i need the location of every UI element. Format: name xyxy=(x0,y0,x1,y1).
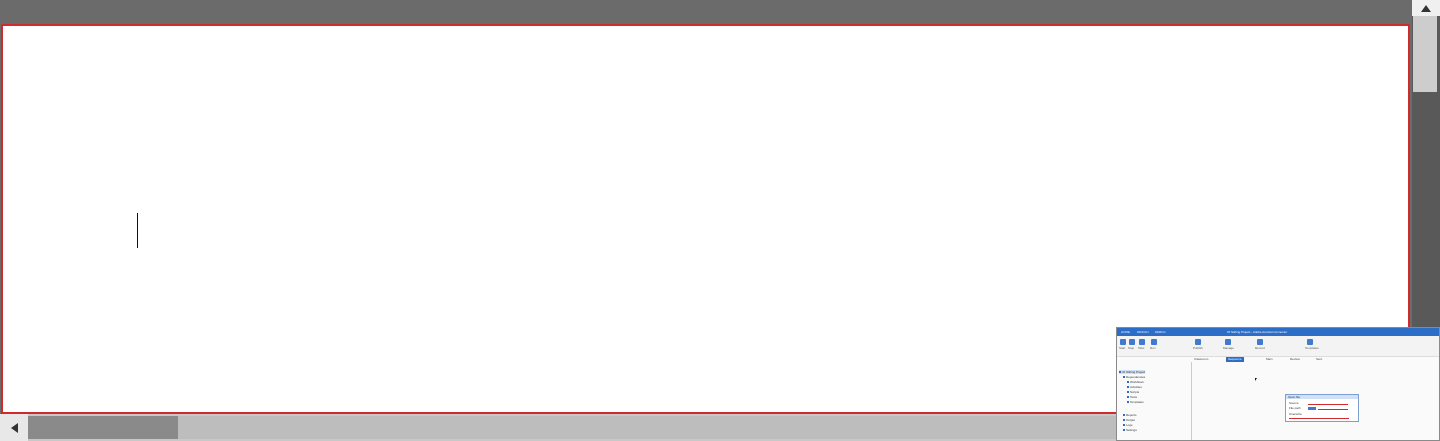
ribbon-label: Manage xyxy=(1223,346,1234,350)
tree-item: IO Stirling Project xyxy=(1122,370,1146,374)
dialog-label: File path xyxy=(1289,406,1301,410)
dialog-field-underline xyxy=(1308,404,1348,405)
tree-item: Logs xyxy=(1126,423,1133,427)
tree-item: Workflows xyxy=(1130,380,1144,384)
tree-item: Dependencies xyxy=(1126,375,1146,379)
tree-item: Scripts xyxy=(1130,390,1140,394)
doc-tab-active: Sequence xyxy=(1226,357,1244,362)
ribbon-button-icon xyxy=(1257,339,1263,345)
ribbon-label: Run xyxy=(1150,346,1156,350)
ribbon-button-icon xyxy=(1120,339,1126,345)
tree-item: Templates xyxy=(1130,400,1144,404)
tree-item: Activities xyxy=(1130,385,1142,389)
ribbon-label: Start xyxy=(1119,346,1126,350)
thumbnail-mouse-pointer-icon xyxy=(1255,378,1257,381)
tree-item: Tests xyxy=(1130,395,1138,399)
ribbon-button-icon xyxy=(1129,339,1135,345)
ribbon-label: Templates xyxy=(1305,346,1319,350)
thumbnail-title-bar: HOME DESIGN DEBUG IO Stirling Project - … xyxy=(1117,328,1439,336)
thumbnail-dialog-title: Open file xyxy=(1286,395,1358,399)
dialog-field-underline xyxy=(1318,409,1348,410)
ribbon-button-icon xyxy=(1195,339,1201,345)
ribbon-button-icon xyxy=(1225,339,1231,345)
vertical-scroll-thumb[interactable] xyxy=(1413,16,1437,92)
doc-tab: Classroom xyxy=(1194,357,1209,361)
doc-tab: Main xyxy=(1266,357,1273,361)
thumbnail-menu-tab: HOME xyxy=(1121,330,1130,334)
thumbnail-dialog: Open file Source File path Overwrite xyxy=(1285,394,1359,422)
thumbnail-ribbon: Start Stop Tabs Run Publish Manage Recor… xyxy=(1117,336,1439,357)
doc-tab: Sent xyxy=(1316,357,1323,361)
thumbnail-menu-tab: DESIGN xyxy=(1137,330,1149,334)
dialog-label: Source xyxy=(1289,401,1299,405)
ribbon-button-icon xyxy=(1151,339,1157,345)
thumbnail-window-title: IO Stirling Project - Adobe Acrobat Conn… xyxy=(1227,330,1288,334)
dialog-label: Overwrite xyxy=(1289,412,1302,416)
scroll-left-arrow-icon[interactable] xyxy=(0,414,28,441)
dialog-field-underline xyxy=(1289,418,1349,419)
text-cursor xyxy=(137,213,138,248)
dialog-field-highlight xyxy=(1308,407,1316,410)
ribbon-button-icon xyxy=(1139,339,1145,345)
ribbon-button-icon xyxy=(1307,339,1313,345)
ribbon-label: Stop xyxy=(1128,346,1135,350)
horizontal-scroll-thumb[interactable] xyxy=(28,416,178,439)
thumbnail-panel-divider xyxy=(1191,362,1192,440)
tree-item: Output xyxy=(1126,418,1136,422)
top-toolbar-strip xyxy=(0,0,1412,24)
thumbnail-menu-tab: DEBUG xyxy=(1155,330,1166,334)
tree-item: Reports xyxy=(1126,413,1137,417)
thumbnail-project-tree: IO Stirling Project Dependencies Workflo… xyxy=(1119,362,1191,440)
tree-item: Settings xyxy=(1126,428,1137,432)
app-thumbnail-preview[interactable]: HOME DESIGN DEBUG IO Stirling Project - … xyxy=(1116,327,1440,441)
ribbon-label: Publish xyxy=(1193,346,1203,350)
doc-tab: Review xyxy=(1290,357,1300,361)
scroll-up-arrow-icon[interactable] xyxy=(1412,0,1440,16)
ribbon-label: Tabs xyxy=(1138,346,1145,350)
ribbon-label: Record xyxy=(1255,346,1265,350)
